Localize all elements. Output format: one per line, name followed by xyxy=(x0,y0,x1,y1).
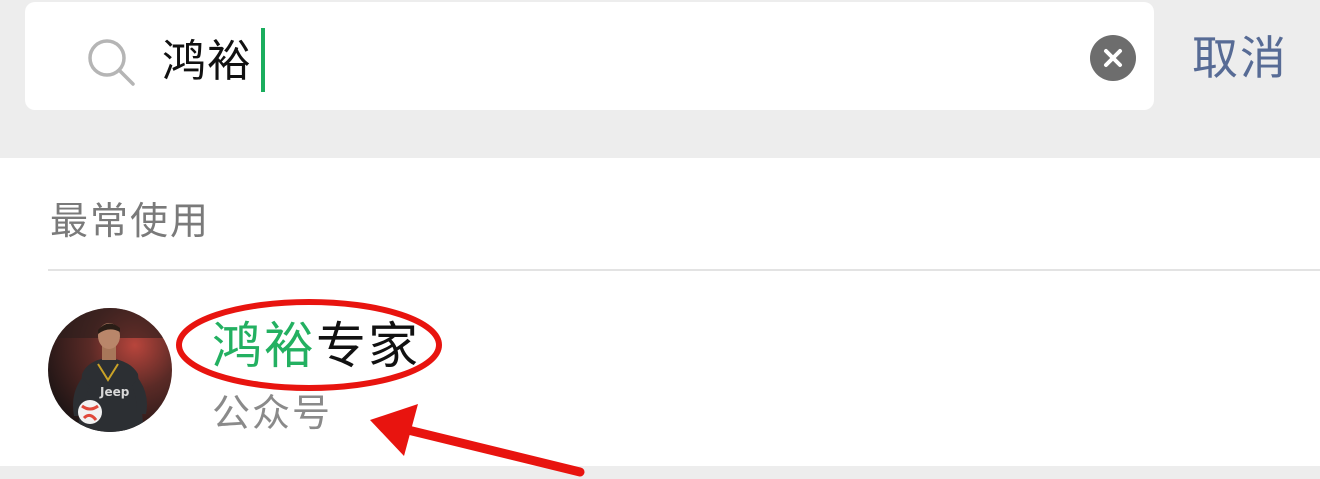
result-name: 鸿裕专家 xyxy=(212,311,420,381)
text-caret xyxy=(261,28,265,92)
avatar[interactable]: Jeep xyxy=(48,308,172,432)
list-item[interactable]: Jeep 鸿裕专家 公众号 xyxy=(0,271,1320,466)
section-title: 最常使用 xyxy=(50,199,211,243)
search-results: 最常使用 Jeep 鸿裕专家 公众号 xyxy=(0,158,1320,466)
svg-text:Jeep: Jeep xyxy=(99,385,130,399)
result-name-rest: 专家 xyxy=(316,317,420,375)
search-bar: 鸿裕 取消 xyxy=(0,0,1320,158)
result-type-label: 公众号 xyxy=(212,391,333,435)
cancel-button[interactable]: 取消 xyxy=(1192,28,1288,88)
search-icon xyxy=(83,34,139,90)
search-input[interactable]: 鸿裕 xyxy=(162,32,252,92)
close-icon xyxy=(1104,49,1122,67)
result-name-highlight: 鸿裕 xyxy=(212,317,316,375)
search-box[interactable]: 鸿裕 xyxy=(25,2,1154,110)
clear-search-button[interactable] xyxy=(1090,35,1136,81)
